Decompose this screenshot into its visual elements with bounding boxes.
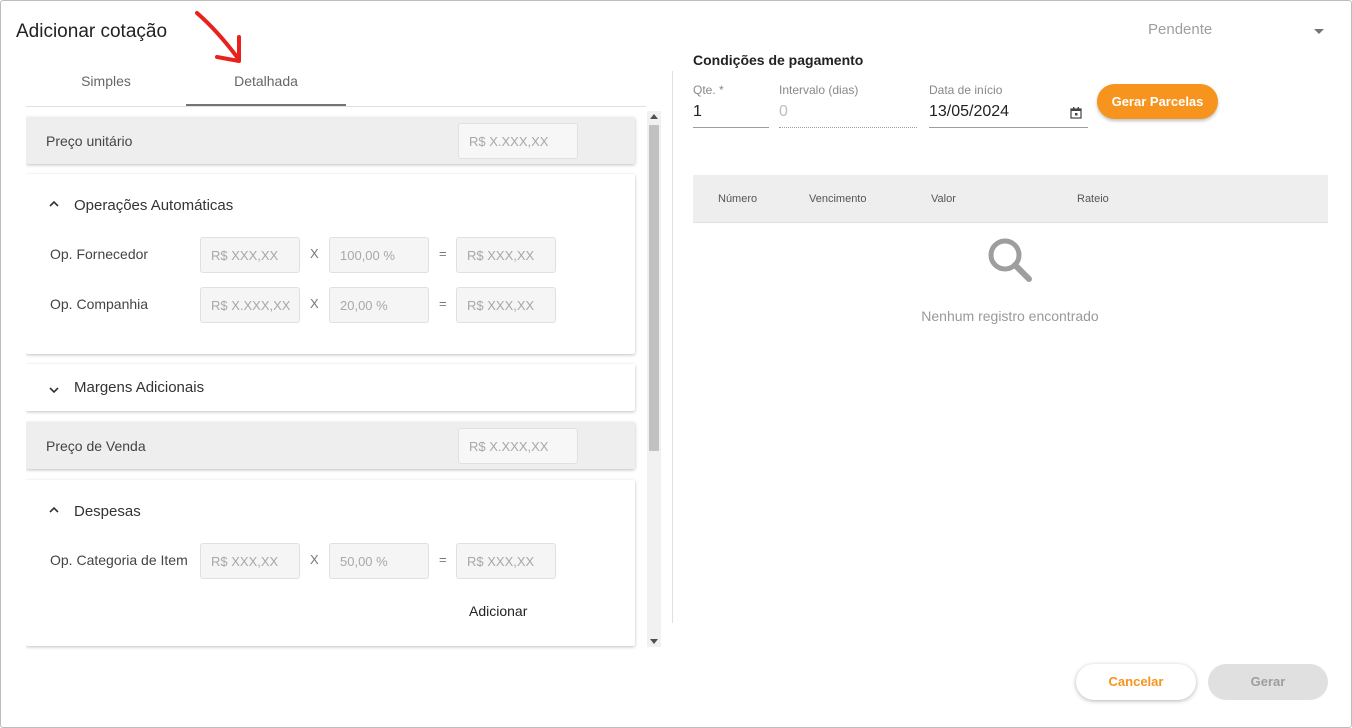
equals-sign: = — [439, 296, 447, 311]
chevron-up-icon[interactable] — [48, 198, 60, 210]
status-value: Pendente — [1148, 21, 1213, 38]
calendar-icon[interactable] — [1070, 107, 1082, 119]
generate-button[interactable]: Gerar — [1208, 664, 1328, 700]
generate-installments-button[interactable]: Gerar Parcelas — [1097, 84, 1218, 119]
cancel-button[interactable]: Cancelar — [1076, 664, 1196, 700]
empty-state-text: Nenhum registro encontrado — [921, 308, 1099, 324]
op-categoria-value-input[interactable]: R$ XXX,XX — [200, 543, 300, 579]
column-rateio[interactable]: Rateio — [1077, 193, 1109, 205]
op-categoria-percent-input[interactable]: 50,00 % — [329, 543, 429, 579]
payment-conditions-title: Condições de pagamento — [693, 52, 864, 68]
interval-label: Intervalo (dias) — [779, 83, 859, 97]
start-date-underline — [929, 127, 1088, 128]
unit-price-row: Preço unitário R$ X.XXX,XX — [26, 117, 635, 164]
annotation-arrow-icon — [195, 11, 241, 63]
op-companhia-value-input[interactable]: R$ X.XXX,XX — [200, 287, 300, 323]
interval-value: 0 — [779, 103, 788, 120]
unit-price-label: Preço unitário — [46, 133, 133, 149]
scroll-up-icon[interactable] — [650, 114, 658, 119]
column-vencimento[interactable]: Vencimento — [809, 193, 866, 205]
equals-sign: = — [439, 246, 447, 261]
panel-divider — [672, 71, 673, 623]
interval-underline — [779, 127, 917, 128]
multiply-sign: X — [310, 552, 319, 567]
multiply-sign: X — [310, 296, 319, 311]
op-fornecedor-value-input[interactable]: R$ XXX,XX — [200, 237, 300, 273]
expenses-card: Despesas Op. Categoria de Item R$ XXX,XX… — [26, 480, 635, 646]
sale-price-input[interactable]: R$ X.XXX,XX — [458, 428, 578, 464]
op-companhia-label: Op. Companhia — [50, 296, 149, 312]
op-categoria-item-label: Op. Categoria de Item — [50, 552, 188, 568]
additional-margins-title[interactable]: Margens Adicionais — [74, 379, 204, 396]
op-fornecedor-result-input[interactable]: R$ XXX,XX — [456, 237, 556, 273]
op-fornecedor-label: Op. Fornecedor — [50, 246, 149, 262]
equals-sign: = — [439, 552, 447, 567]
scroll-down-icon[interactable] — [650, 639, 658, 644]
additional-margins-card[interactable]: Margens Adicionais — [26, 364, 635, 411]
start-date-label: Data de início — [929, 83, 1003, 97]
op-companhia-percent-input[interactable]: 20,00 % — [329, 287, 429, 323]
tab-simples[interactable]: Simples — [26, 61, 186, 106]
unit-price-input[interactable]: R$ X.XXX,XX — [458, 123, 578, 159]
qty-underline — [693, 127, 769, 128]
left-panel-scrollbar[interactable] — [647, 111, 661, 647]
multiply-sign: X — [310, 246, 319, 261]
add-quote-dialog: Adicionar cotação Pendente Simples Detal… — [0, 0, 1352, 728]
detailed-pricing-panel: Preço unitário R$ X.XXX,XX Operações Aut… — [26, 111, 646, 651]
interval-field: Intervalo (dias) 0 — [779, 83, 917, 131]
sale-price-label: Preço de Venda — [46, 438, 146, 454]
chevron-down-icon[interactable] — [48, 384, 60, 396]
op-categoria-result-input[interactable]: R$ XXX,XX — [456, 543, 556, 579]
expenses-title[interactable]: Despesas — [74, 503, 141, 520]
op-fornecedor-percent-input[interactable]: 100,00 % — [329, 237, 429, 273]
add-expense-button[interactable]: Adicionar — [469, 603, 527, 619]
qty-value[interactable]: 1 — [693, 103, 702, 121]
automatic-operations-title[interactable]: Operações Automáticas — [74, 197, 233, 214]
chevron-up-icon[interactable] — [48, 504, 60, 516]
start-date-value[interactable]: 13/05/2024 — [929, 103, 1009, 121]
automatic-operations-card: Operações Automáticas Op. Fornecedor R$ … — [26, 174, 635, 354]
column-numero[interactable]: Número — [718, 193, 757, 205]
search-icon — [988, 238, 1032, 282]
installments-table-header: Número Vencimento Valor Rateio — [693, 175, 1328, 223]
start-date-field[interactable]: Data de início 13/05/2024 — [929, 83, 1088, 131]
sale-price-row: Preço de Venda R$ X.XXX,XX — [26, 422, 635, 469]
column-valor[interactable]: Valor — [931, 193, 956, 205]
op-companhia-result-input[interactable]: R$ XXX,XX — [456, 287, 556, 323]
chevron-down-icon — [1314, 29, 1324, 34]
dialog-title: Adicionar cotação — [16, 21, 168, 42]
tab-detalhada[interactable]: Detalhada — [186, 61, 346, 106]
qty-field[interactable]: Qte. * 1 — [693, 83, 769, 131]
scrollbar-thumb[interactable] — [649, 125, 659, 451]
qty-label: Qte. * — [693, 83, 724, 97]
quote-tabs: Simples Detalhada — [26, 61, 646, 107]
status-select[interactable]: Pendente — [1148, 21, 1328, 43]
